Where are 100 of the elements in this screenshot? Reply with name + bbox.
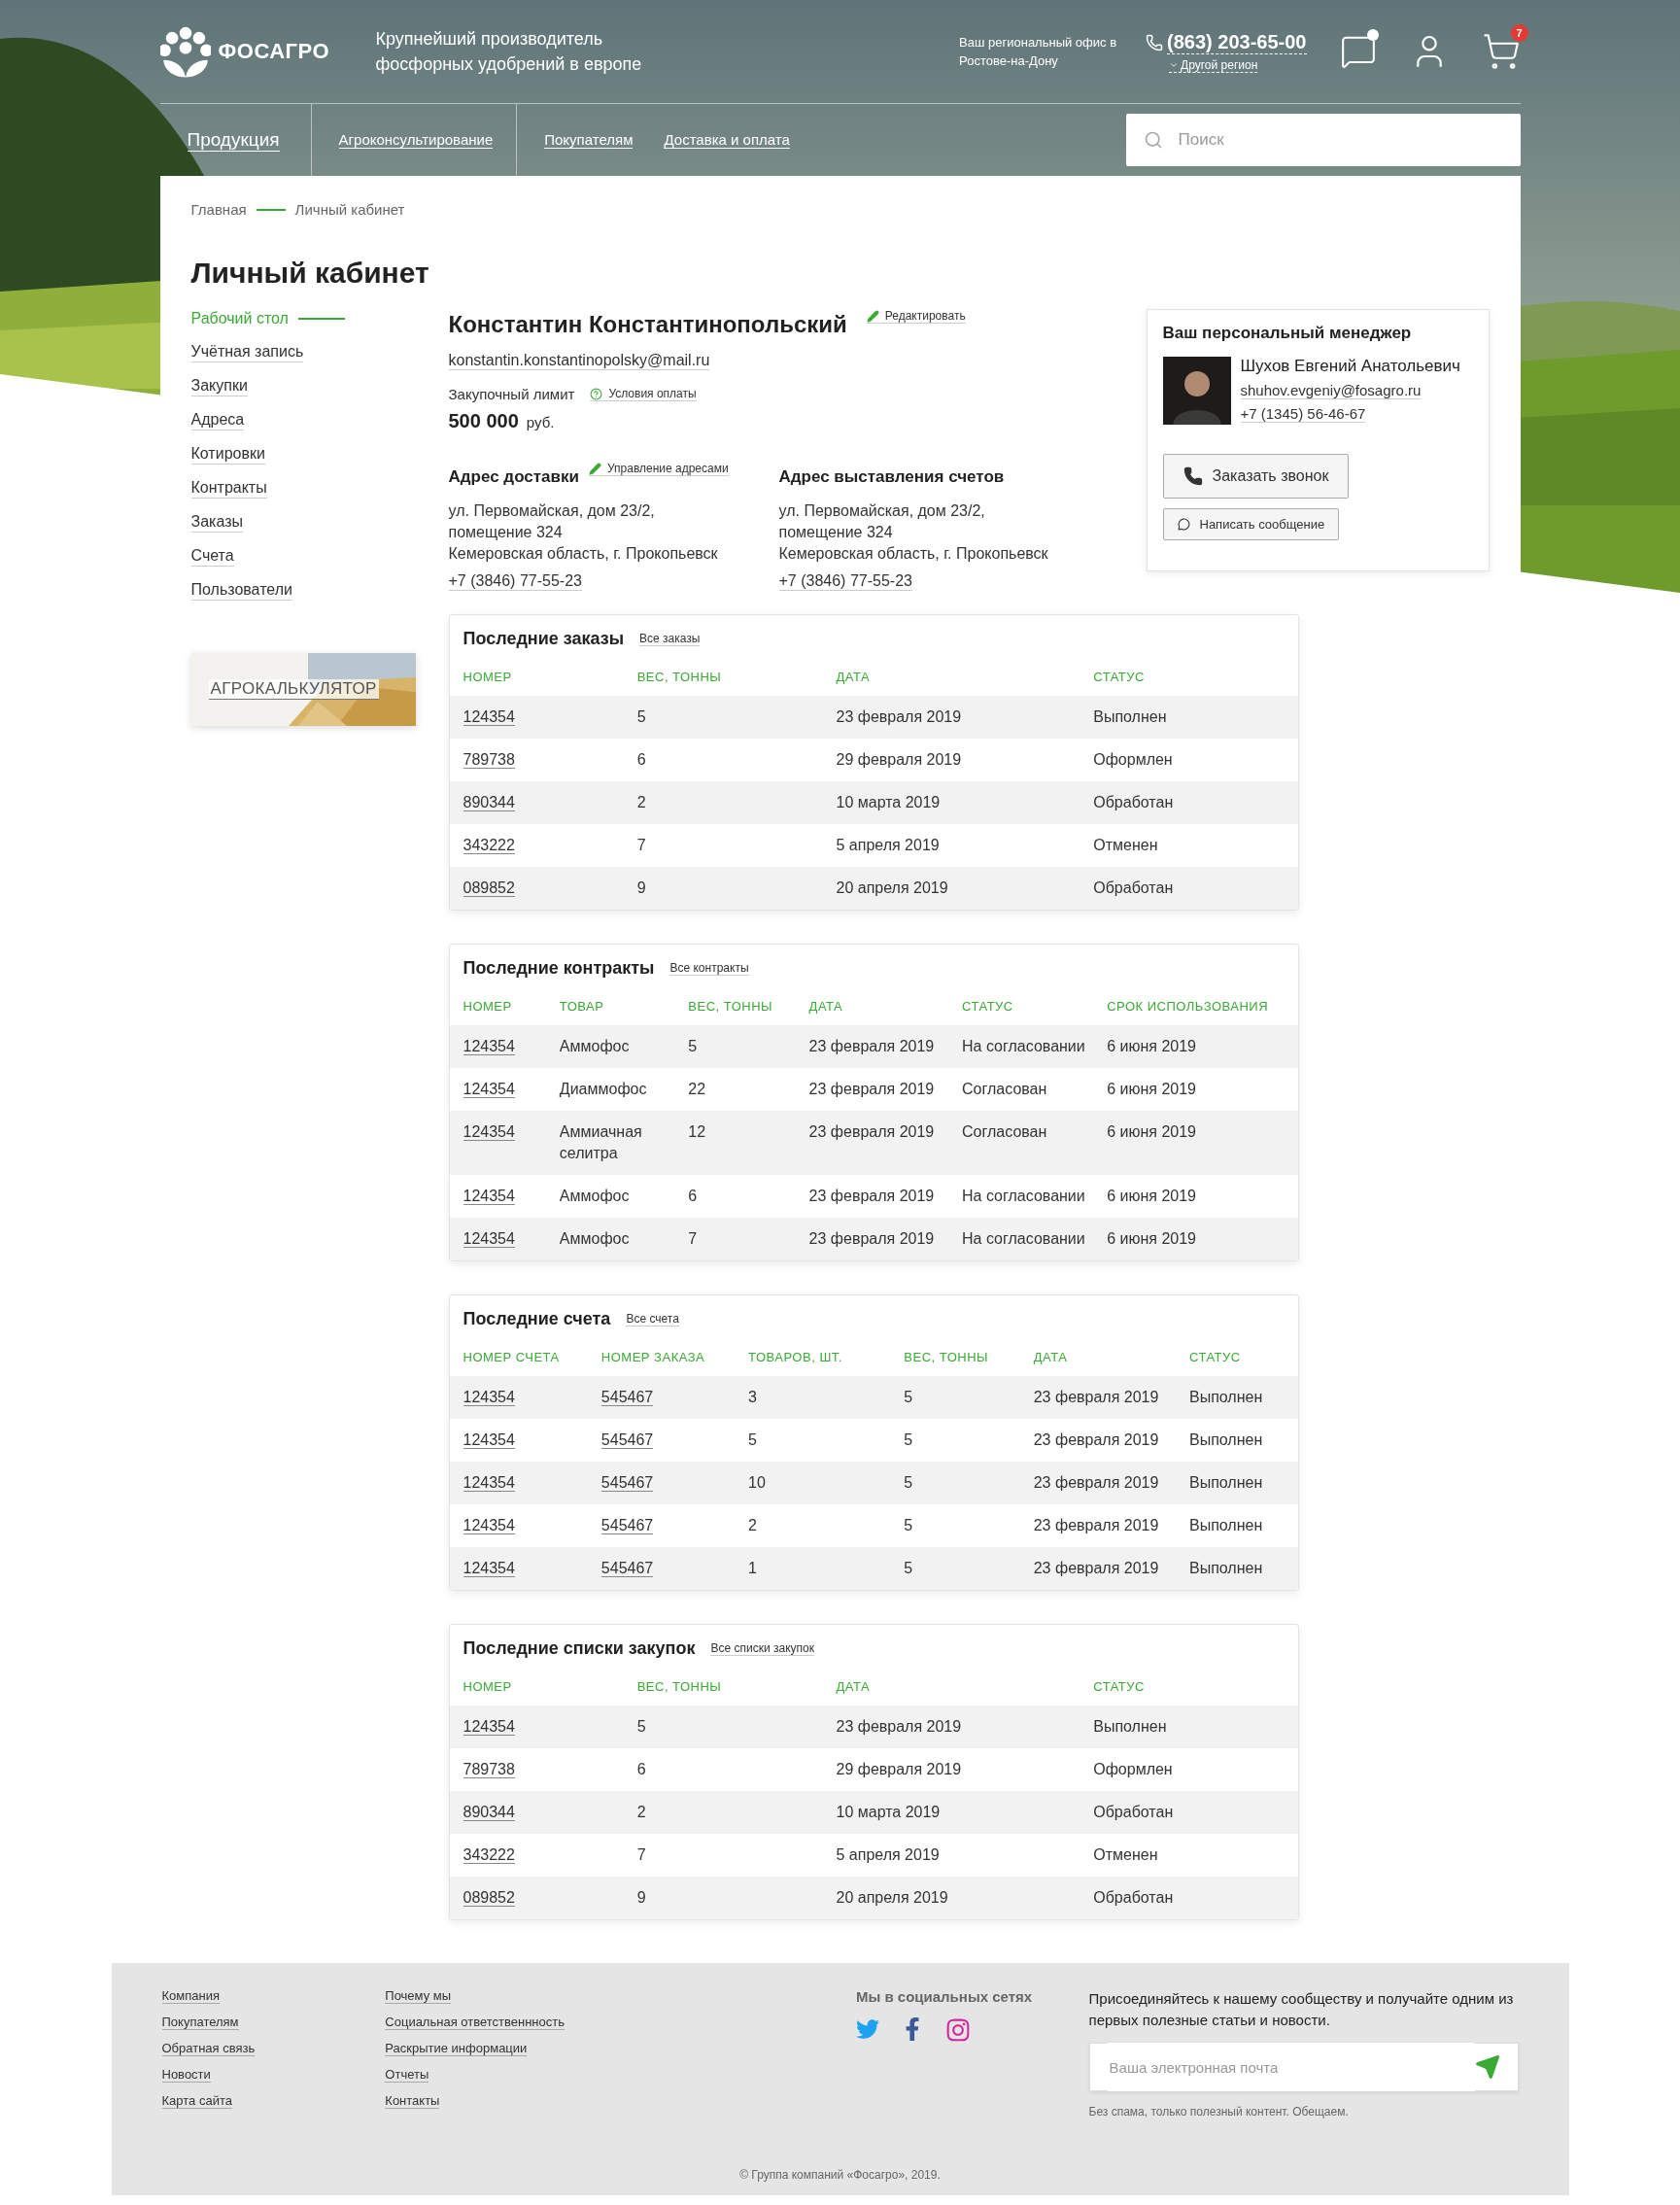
table-cell: Обработан bbox=[1093, 794, 1174, 810]
table-cell: 5 bbox=[904, 1474, 913, 1491]
table-link[interactable]: 545467 bbox=[600, 1474, 654, 1492]
table-cell: 6 bbox=[688, 1188, 698, 1204]
footer-link[interactable]: Почему мы bbox=[385, 1988, 452, 2004]
table-title: Последние контракты bbox=[463, 958, 655, 979]
table-link[interactable]: 545467 bbox=[600, 1517, 654, 1534]
table-link[interactable]: 124354 bbox=[463, 1718, 515, 1736]
table-cell: Обработан bbox=[1093, 1889, 1174, 1906]
table-link[interactable]: 545467 bbox=[600, 1389, 654, 1406]
column-header: ДАТА bbox=[808, 999, 843, 1014]
table-link[interactable]: 343222 bbox=[463, 1846, 515, 1864]
table-link[interactable]: 124354 bbox=[463, 1230, 515, 1248]
table-link[interactable]: 124354 bbox=[463, 1389, 515, 1406]
all-link[interactable]: Все контракты bbox=[669, 961, 749, 976]
footer-link[interactable]: Контакты bbox=[385, 2093, 440, 2109]
table-link[interactable]: 124354 bbox=[463, 708, 515, 726]
table-link[interactable]: 124354 bbox=[463, 1188, 515, 1205]
table-cell: 23 февраля 2019 bbox=[1033, 1389, 1159, 1405]
table-cell: 7 bbox=[688, 1230, 698, 1247]
table-cell: 23 февраля 2019 bbox=[836, 1718, 962, 1735]
table-cell: 9 bbox=[636, 879, 646, 896]
table-cell: 23 февраля 2019 bbox=[1033, 1474, 1159, 1491]
table-cell: 6 bbox=[636, 1761, 646, 1777]
copyright: © Группа компаний «Фосагро», 2019. bbox=[739, 2168, 941, 2182]
table-title: Последние счета bbox=[463, 1309, 611, 1329]
table-link[interactable]: 124354 bbox=[463, 1081, 515, 1098]
table-cell: Согласован bbox=[962, 1081, 1047, 1097]
table-link[interactable]: 545467 bbox=[600, 1431, 654, 1449]
table-cell: 2 bbox=[636, 1804, 646, 1820]
column-header: ВЕС, ТОННЫ bbox=[636, 670, 722, 684]
footer-link[interactable]: Компания bbox=[161, 1988, 220, 2004]
column-header: НОМЕР bbox=[463, 999, 512, 1014]
all-link[interactable]: Все счета bbox=[626, 1312, 679, 1326]
table-link[interactable]: 124354 bbox=[463, 1474, 515, 1492]
table-cell: Отменен bbox=[1093, 837, 1158, 853]
send-icon[interactable] bbox=[1474, 2054, 1500, 2080]
table-cell: На согласовании bbox=[962, 1230, 1085, 1247]
social-title: Мы в социальных сетях bbox=[855, 1988, 1033, 2005]
column-header: ТОВАРОВ, ШТ. bbox=[748, 1350, 842, 1364]
table-cell: Выполнен bbox=[1093, 708, 1167, 725]
table-link[interactable]: 089852 bbox=[463, 1889, 515, 1907]
table-cell: Выполнен bbox=[1188, 1517, 1263, 1533]
instagram-icon[interactable] bbox=[944, 2017, 971, 2043]
column-header: НОМЕР СЧЕТА bbox=[463, 1350, 560, 1364]
table-link[interactable]: 124354 bbox=[463, 1560, 515, 1577]
column-header: СТАТУС bbox=[1093, 1679, 1145, 1694]
table-link[interactable]: 124354 bbox=[463, 1517, 515, 1534]
table-cell: 23 февраля 2019 bbox=[1033, 1560, 1159, 1576]
footer-link[interactable]: Социальная ответственнность bbox=[385, 2015, 565, 2030]
column-header: ДАТА bbox=[836, 670, 871, 684]
table-cell: 5 bbox=[904, 1431, 913, 1448]
table-link[interactable]: 890344 bbox=[463, 1804, 515, 1821]
column-header: ДАТА bbox=[836, 1679, 871, 1694]
footer-link[interactable]: Отчеты bbox=[385, 2067, 429, 2083]
table-link[interactable]: 789738 bbox=[463, 1761, 515, 1778]
table-cell: 6 июня 2019 bbox=[1107, 1038, 1196, 1054]
table-cell: 5 апреля 2019 bbox=[836, 1846, 940, 1863]
column-header: ТОВАР bbox=[559, 999, 604, 1014]
all-link[interactable]: Все заказы bbox=[639, 632, 701, 646]
calculator-banner[interactable]: АГРОКАЛЬКУЛЯТОР bbox=[190, 653, 416, 726]
table-link[interactable]: 343222 bbox=[463, 837, 515, 854]
table-cell: Аммофос bbox=[559, 1230, 630, 1247]
column-header: СТАТУС bbox=[962, 999, 1013, 1014]
footer-link[interactable]: Новости bbox=[161, 2067, 211, 2083]
table-link[interactable]: 890344 bbox=[463, 794, 515, 811]
footer-link[interactable]: Покупателям bbox=[161, 2015, 239, 2030]
table-cell: Обработан bbox=[1093, 1804, 1174, 1820]
table-cell: 6 июня 2019 bbox=[1107, 1123, 1196, 1140]
table-cell: 5 bbox=[904, 1517, 913, 1533]
footer-link[interactable]: Раскрытие информации bbox=[385, 2041, 528, 2056]
table-cell: 5 bbox=[904, 1560, 913, 1576]
table-cell: На согласовании bbox=[962, 1188, 1085, 1204]
table-cell: 2 bbox=[748, 1517, 757, 1533]
table-cell: 1 bbox=[748, 1560, 757, 1576]
column-header: СРОК ИСПОЛЬЗОВАНИЯ bbox=[1107, 999, 1269, 1014]
table-cell: 2 bbox=[636, 794, 646, 810]
table-cell: На согласовании bbox=[962, 1038, 1085, 1054]
footer-link[interactable]: Карта сайта bbox=[161, 2093, 232, 2109]
all-link[interactable]: Все списки закупок bbox=[710, 1641, 814, 1656]
table-cell: Оформлен bbox=[1093, 751, 1173, 768]
footer-link[interactable]: Обратная связь bbox=[161, 2041, 256, 2056]
table-cell: 5 bbox=[636, 1718, 646, 1735]
table-cell: Выполнен bbox=[1188, 1389, 1263, 1405]
column-header: ВЕС, ТОННЫ bbox=[636, 1679, 722, 1694]
table-cell: 5 bbox=[688, 1038, 698, 1054]
table-cell: 29 февраля 2019 bbox=[836, 751, 962, 768]
table-cell: 23 февраля 2019 bbox=[808, 1038, 935, 1054]
table-link[interactable]: 124354 bbox=[463, 1123, 515, 1141]
table-link[interactable]: 124354 bbox=[463, 1431, 515, 1449]
table-link[interactable]: 124354 bbox=[463, 1038, 515, 1055]
table-link[interactable]: 089852 bbox=[463, 879, 515, 897]
column-header: ВЕС, ТОННЫ bbox=[688, 999, 773, 1014]
table-cell: 23 февраля 2019 bbox=[836, 708, 962, 725]
table-link[interactable]: 545467 bbox=[600, 1560, 654, 1577]
table-cell: 6 bbox=[636, 751, 646, 768]
table-cell: 5 bbox=[748, 1431, 757, 1448]
table-link[interactable]: 789738 bbox=[463, 751, 515, 769]
column-header: НОМЕР bbox=[463, 670, 512, 684]
column-header: ВЕС, ТОННЫ bbox=[904, 1350, 989, 1364]
